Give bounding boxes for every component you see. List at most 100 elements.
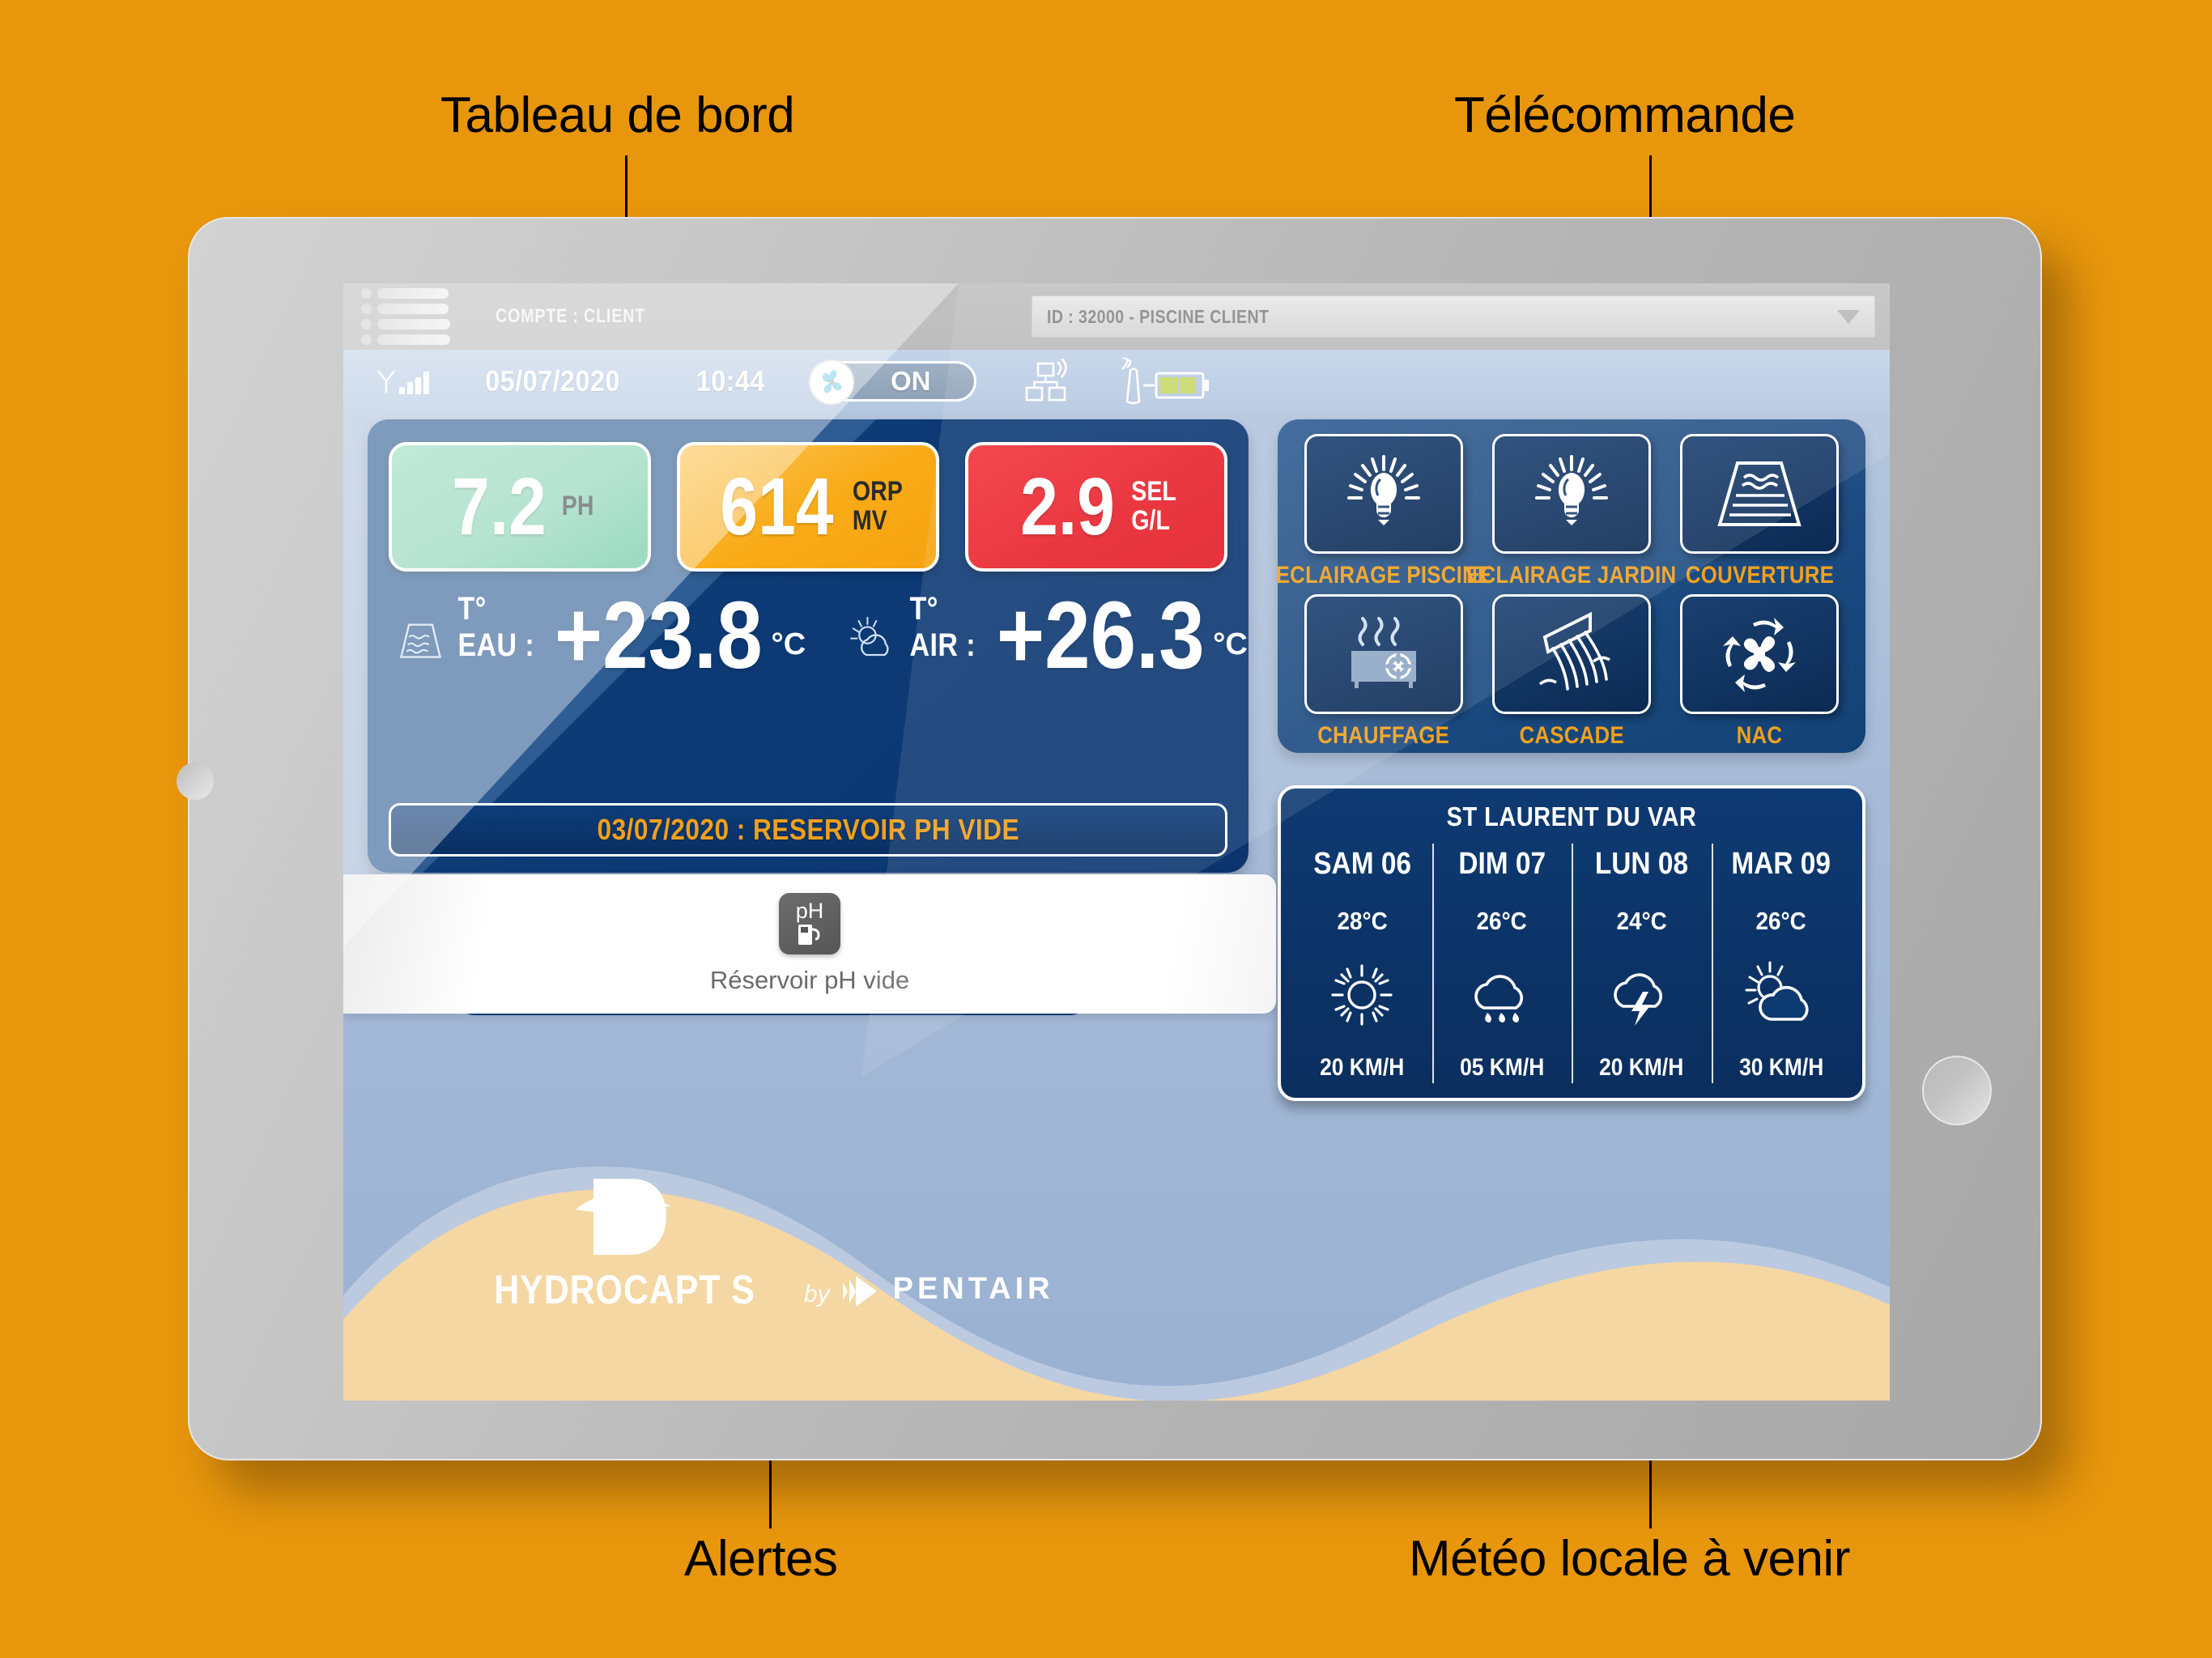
weather-day: SAM 06 28°C 20 KM/H <box>1292 840 1432 1086</box>
measurement-card-orp[interactable]: 614 ORP MV <box>677 442 939 572</box>
robot-cleaner-icon <box>1723 618 1796 692</box>
orp-value: 614 <box>720 461 834 552</box>
callout-alerts: Alertes <box>684 1531 838 1587</box>
filtration-toggle[interactable]: ON <box>808 359 976 405</box>
orp-unit-1: ORP <box>852 476 903 508</box>
status-date: 05/07/2020 <box>485 364 620 397</box>
remote-button-nac[interactable]: NAC <box>1674 594 1844 750</box>
weather-day-wind: 20 KM/H <box>1599 1054 1684 1081</box>
status-time: 10:44 <box>696 364 766 397</box>
lightbulb-icon <box>1535 455 1608 525</box>
menu-dot <box>361 319 372 329</box>
water-temp-label: T° EAU : <box>457 591 535 663</box>
menu-bar <box>377 334 450 345</box>
sel-unit-1: SEL <box>1131 476 1177 508</box>
pool-cover-icon <box>1717 461 1802 526</box>
remote-tile <box>1492 434 1651 554</box>
remote-button-cascade[interactable]: CASCADE <box>1487 594 1657 750</box>
sel-unit: SEL G/L <box>1132 478 1177 535</box>
heat-pump-icon <box>1351 617 1416 688</box>
sun-icon <box>1331 964 1393 1026</box>
weather-day-wind: 20 KM/H <box>1320 1054 1405 1081</box>
pentair-logo-icon <box>842 1275 877 1307</box>
air-temperature: T° AIR : +26.3 °C <box>848 582 1248 690</box>
water-temperature: T° EAU : +23.8 °C <box>397 582 806 690</box>
weather-panel: ST LAURENT DU VAR SAM 06 28°C 20 KM/H DI… <box>1278 785 1865 1101</box>
ph-unit-1: PH <box>561 491 594 522</box>
battery-icon <box>1121 358 1209 405</box>
measurement-card-ph[interactable]: 7.2 PH <box>389 442 651 572</box>
tablet-screen: COMPTE : CLIENT ID : 32000 - PISCINE CLI… <box>343 283 1890 1401</box>
weather-day-name: MAR 09 <box>1731 847 1831 881</box>
dashboard-alert-text: 03/07/2020 : RESERVOIR PH VIDE <box>597 813 1019 846</box>
orp-unit: ORP MV <box>852 478 902 535</box>
remote-button-label: ECLAIRAGE PISCINE <box>1275 562 1492 589</box>
weather-day-name: LUN 08 <box>1594 847 1688 881</box>
remote-tile <box>1304 594 1463 714</box>
company-name: PENTAIR <box>892 1272 1054 1306</box>
product-name: HYDROCAPT S <box>494 1267 755 1312</box>
sel-unit-2: G/L <box>1131 505 1171 536</box>
remote-tile <box>1304 434 1463 554</box>
remote-button-chauffage[interactable]: CHAUFFAGE <box>1299 594 1469 750</box>
measurement-cards: 7.2 PH 614 ORP MV 2.9 SEL G/L <box>368 419 1249 572</box>
by-label: by <box>803 1281 830 1307</box>
dashboard-panel: 7.2 PH 614 ORP MV 2.9 SEL G/L T° EAU: +… <box>368 419 1249 873</box>
pool-icon <box>399 623 442 658</box>
chevron-down-icon <box>1837 309 1860 324</box>
air-temp-unit: °C <box>1213 627 1248 661</box>
water-temp-unit: °C <box>771 627 806 661</box>
water-temp-value: +23.8 <box>554 582 763 690</box>
weather-day-temp: 26°C <box>1755 907 1806 935</box>
signal-icon <box>376 368 429 394</box>
storm-icon <box>1614 973 1663 1026</box>
ph-unit: PH <box>561 491 594 522</box>
callout-remote: Télécommande <box>1454 87 1796 143</box>
remote-button-couverture[interactable]: COUVERTURE <box>1674 434 1844 589</box>
remote-tile <box>1492 594 1651 714</box>
menu-bar <box>377 288 449 299</box>
remote-button-label: COUVERTURE <box>1685 562 1834 589</box>
callout-dashboard: Tableau de bord <box>440 87 795 143</box>
lightbulb-icon <box>1347 455 1420 525</box>
menu-bar <box>377 304 449 314</box>
menu-dot <box>361 334 372 345</box>
callout-weather: Météo locale à venir <box>1409 1531 1850 1587</box>
weather-day-temp: 26°C <box>1476 907 1527 935</box>
weather-day: LUN 08 24°C 20 KM/H <box>1572 840 1712 1086</box>
menu-icon[interactable] <box>361 283 466 350</box>
site-select[interactable]: ID : 32000 - PISCINE CLIENT <box>1032 295 1875 338</box>
weather-day-temp: 28°C <box>1337 907 1388 935</box>
menu-dot <box>361 304 372 314</box>
alert-popup[interactable]: pH Réservoir pH vide <box>343 874 1276 1014</box>
signal-bars <box>399 372 429 394</box>
alert-popup-message: Réservoir pH vide <box>709 966 910 994</box>
weather-day: MAR 09 26°C 30 KM/H <box>1711 840 1852 1086</box>
sel-value: 2.9 <box>1020 461 1116 552</box>
ph-tank-icon: pH <box>779 893 840 954</box>
menu-bar <box>377 319 450 329</box>
weather-day-wind: 05 KM/H <box>1459 1054 1544 1081</box>
weather-city: ST LAURENT DU VAR <box>1446 801 1697 831</box>
tablet-device: COMPTE : CLIENT ID : 32000 - PISCINE CLI… <box>177 217 2042 1460</box>
rain-icon <box>1474 975 1523 1022</box>
antenna-icon <box>377 370 395 393</box>
d-logo-icon <box>576 1179 672 1255</box>
remote-button-label: CHAUFFAGE <box>1317 722 1450 749</box>
remote-button-eclairage-jardin[interactable]: ECLAIRAGE JARDIN <box>1466 434 1676 589</box>
air-temp-value: +26.3 <box>996 582 1205 690</box>
temperature-row: T° EAU : +23.8 °C T° AIR: +26.3 °C <box>368 572 1249 690</box>
dashboard-alert-strip[interactable]: 03/07/2020 : RESERVOIR PH VIDE <box>389 803 1227 857</box>
ph-value: 7.2 <box>451 461 547 552</box>
measurement-card-sel[interactable]: 2.9 SEL G/L <box>965 442 1227 572</box>
remote-tile <box>1680 594 1839 714</box>
remote-row-2: CHAUFFAGE CASCADE NAC <box>1289 594 1854 750</box>
remote-button-label: CASCADE <box>1519 722 1624 749</box>
status-bar: 05/07/2020 10:44 ON <box>343 350 1890 413</box>
remote-button-eclairage-piscine[interactable]: ECLAIRAGE PISCINE <box>1276 434 1491 589</box>
weather-day-name: DIM 07 <box>1457 847 1546 881</box>
home-button[interactable] <box>1922 1056 1992 1125</box>
remote-button-label: ECLAIRAGE JARDIN <box>1466 562 1677 589</box>
remote-tile <box>1680 434 1839 554</box>
branding: HYDROCAPT S by PENTAIR <box>473 1174 1054 1313</box>
